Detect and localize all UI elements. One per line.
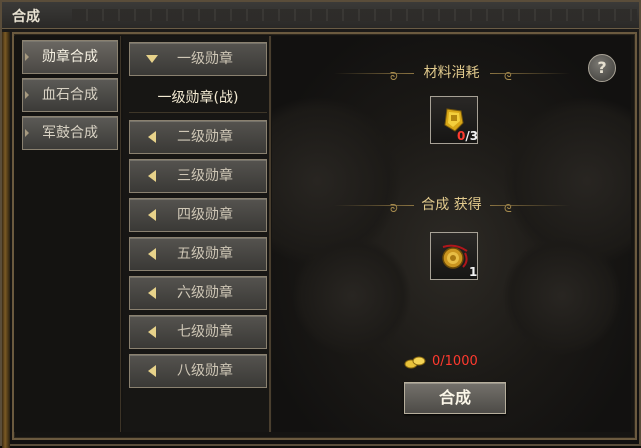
medal-group-level2[interactable]: 二级勋章 (129, 120, 267, 154)
title-bar: 合成 (2, 2, 639, 29)
medal-group-level7[interactable]: 七级勋章 (129, 315, 267, 349)
result-header: ᘐ 合成 获得 ᘓ (272, 194, 631, 216)
medal-list: 一级勋章 一级勋章(战) 二级勋章 三级勋章 四级勋章 五级勋章 六级勋章 七级… (123, 36, 271, 432)
gold-cost: 0/1000 (404, 354, 478, 369)
synthesis-window: 合成 勋章合成 血石合成 军鼓合成 一级勋章 一级勋章(战) 二级勋章 三级勋章… (0, 0, 641, 448)
result-count: 1 (469, 265, 478, 279)
divider-line (490, 205, 570, 206)
medal-group-label: 一级勋章 (177, 51, 233, 67)
medal-group-label: 六级勋章 (177, 285, 233, 301)
swirl-ornament-icon: ᘐ (390, 70, 398, 83)
synthesis-panel: ? ᘐ 材料消耗 ᘓ 0/3 ᘐ 合成 获得 ᘓ 1 0/1000 合成 (272, 36, 631, 432)
category-label: 勋章合成 (42, 49, 98, 65)
gold-ingot-icon (404, 356, 426, 369)
divider-line (490, 73, 570, 74)
material-count: 0/3 (457, 129, 479, 143)
dragon-background-bottom-right (502, 236, 622, 356)
chevron-left-icon (148, 170, 156, 182)
medal-item-selected[interactable]: 一级勋章(战) (129, 84, 267, 113)
result-slot[interactable]: 1 (430, 232, 478, 280)
materials-title: 材料消耗 (423, 65, 480, 81)
materials-header: ᘐ 材料消耗 ᘓ (272, 62, 631, 84)
red-ribbon-medal-icon (442, 244, 468, 269)
chevron-left-icon (148, 365, 156, 377)
divider-line (334, 205, 414, 206)
divider-line (334, 73, 414, 74)
chevron-left-icon (148, 209, 156, 221)
category-tab-bloodstone[interactable]: 血石合成 (22, 78, 118, 112)
chevron-down-icon (146, 55, 158, 63)
arrow-right-icon (25, 53, 29, 61)
medal-group-label: 五级勋章 (177, 246, 233, 262)
medal-group-level5[interactable]: 五级勋章 (129, 237, 267, 271)
category-label: 军鼓合成 (42, 125, 98, 141)
result-title: 合成 获得 (421, 197, 482, 213)
synthesize-button[interactable]: 合成 (404, 382, 506, 414)
medal-item-label: 一级勋章(战) (157, 90, 239, 106)
swirl-ornament-icon: ᘓ (504, 202, 512, 215)
arrow-right-icon (25, 129, 29, 137)
dragon-background-bottom-left (292, 236, 412, 356)
chevron-left-icon (148, 326, 156, 338)
swirl-ornament-icon: ᘐ (390, 202, 398, 215)
category-label: 血石合成 (42, 87, 98, 103)
category-tab-medal[interactable]: 勋章合成 (22, 40, 118, 74)
category-column: 勋章合成 血石合成 军鼓合成 (14, 36, 121, 432)
arrow-right-icon (25, 91, 29, 99)
medal-group-label: 四级勋章 (177, 207, 233, 223)
material-slot[interactable]: 0/3 (430, 96, 478, 144)
swirl-ornament-icon: ᘓ (504, 70, 512, 83)
window-title: 合成 (12, 9, 40, 25)
medal-group-level6[interactable]: 六级勋章 (129, 276, 267, 310)
medal-group-label: 八级勋章 (177, 363, 233, 379)
medal-group-label: 三级勋章 (177, 168, 233, 184)
gold-cost-text: 0/1000 (432, 354, 478, 369)
chevron-left-icon (148, 248, 156, 260)
chevron-left-icon (148, 287, 156, 299)
medal-group-label: 二级勋章 (177, 129, 233, 145)
category-tab-wardrum[interactable]: 军鼓合成 (22, 116, 118, 150)
title-ornament (72, 9, 637, 21)
medal-group-label: 七级勋章 (177, 324, 233, 340)
medal-group-level4[interactable]: 四级勋章 (129, 198, 267, 232)
window-edge-ornament (2, 32, 10, 448)
medal-group-level1[interactable]: 一级勋章 (129, 42, 267, 76)
medal-group-level3[interactable]: 三级勋章 (129, 159, 267, 193)
medal-group-level8[interactable]: 八级勋章 (129, 354, 267, 388)
chevron-left-icon (148, 131, 156, 143)
